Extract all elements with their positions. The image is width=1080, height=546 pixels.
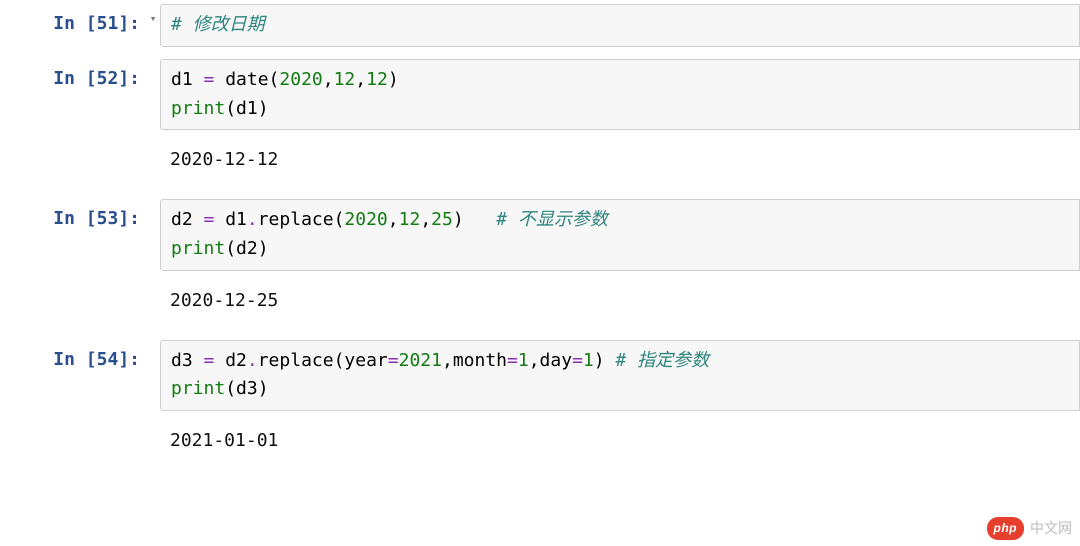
- output-text: 2021-01-01: [160, 423, 1080, 458]
- collapse-placeholder: [146, 199, 160, 205]
- output-row: 2020-12-12: [0, 142, 1080, 177]
- chevron-down-icon: ▾: [150, 12, 157, 25]
- code-input-area[interactable]: # 修改日期: [160, 4, 1080, 47]
- collapse-placeholder: [146, 340, 160, 346]
- output-text: 2020-12-25: [160, 283, 1080, 318]
- prompt-column: [0, 423, 146, 425]
- code-input-area[interactable]: d2 = d1.replace(2020,12,25) # 不显示参数 prin…: [160, 199, 1080, 271]
- collapse-placeholder: [146, 59, 160, 65]
- prompt-column: In [53]:: [0, 199, 146, 234]
- prompt-column: In [51]:: [0, 4, 146, 39]
- prompt-label: In [53]:: [53, 205, 140, 234]
- prompt-label: In [52]:: [53, 65, 140, 94]
- collapse-toggle-icon[interactable]: ▾: [146, 4, 160, 28]
- notebook-root: In [51]: ▾ # 修改日期 In [52]: d1 = date(202…: [0, 0, 1080, 546]
- output-row: 2020-12-25: [0, 283, 1080, 318]
- watermark-badge: php: [987, 517, 1025, 540]
- code-cell: In [52]: d1 = date(2020,12,12) print(d1): [0, 59, 1080, 131]
- code-input-area[interactable]: d3 = d2.replace(year=2021,month=1,day=1)…: [160, 340, 1080, 412]
- prompt-column: [0, 283, 146, 285]
- watermark-text: 中文网: [1030, 517, 1072, 539]
- watermark: php 中文网: [987, 517, 1073, 540]
- prompt-label: In [54]:: [53, 346, 140, 375]
- code-cell: In [51]: ▾ # 修改日期: [0, 4, 1080, 47]
- code-cell: In [53]: d2 = d1.replace(2020,12,25) # 不…: [0, 199, 1080, 271]
- output-text: 2020-12-12: [160, 142, 1080, 177]
- prompt-column: In [52]:: [0, 59, 146, 94]
- prompt-column: In [54]:: [0, 340, 146, 375]
- prompt-label: In [51]:: [53, 10, 140, 39]
- output-row: 2021-01-01: [0, 423, 1080, 458]
- code-input-area[interactable]: d1 = date(2020,12,12) print(d1): [160, 59, 1080, 131]
- code-cell: In [54]: d3 = d2.replace(year=2021,month…: [0, 340, 1080, 412]
- prompt-column: [0, 142, 146, 144]
